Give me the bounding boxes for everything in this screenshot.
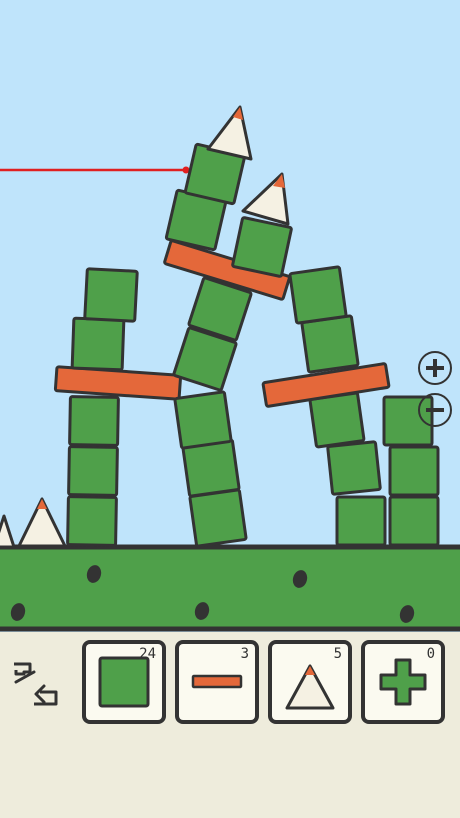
piece-toolbar: 24 3 5 0	[0, 632, 460, 818]
green-block[interactable]	[288, 265, 348, 325]
green-block[interactable]	[83, 267, 139, 323]
undo-arrow-icon	[14, 662, 58, 706]
green-block[interactable]	[70, 316, 126, 372]
green-block[interactable]	[231, 216, 293, 278]
square-block-count: 24	[139, 646, 156, 662]
green-block[interactable]	[67, 445, 119, 497]
green-block[interactable]	[388, 495, 440, 547]
play-area[interactable]	[0, 0, 460, 632]
undo-button[interactable]	[4, 652, 64, 712]
plank-icon	[191, 674, 243, 689]
tool-plank[interactable]: 3	[175, 640, 259, 724]
tool-square-block[interactable]: 24	[82, 640, 166, 724]
zoom-out-button[interactable]	[418, 393, 452, 427]
triangle-block[interactable]	[0, 514, 16, 549]
tower-b	[163, 105, 291, 548]
green-block[interactable]	[66, 495, 118, 547]
cross-count: 0	[426, 646, 435, 662]
triangle-block[interactable]	[206, 105, 253, 161]
cross-icon	[379, 658, 427, 706]
green-block[interactable]	[388, 445, 440, 497]
green-block[interactable]	[300, 314, 360, 374]
zoom-in-button[interactable]	[418, 351, 452, 385]
triangle-count: 5	[333, 646, 342, 662]
ground	[0, 544, 460, 632]
green-block[interactable]	[308, 391, 366, 449]
green-block[interactable]	[335, 495, 387, 547]
green-block[interactable]	[326, 440, 382, 496]
green-block[interactable]	[188, 488, 248, 548]
tower-c	[231, 172, 293, 278]
plank[interactable]	[53, 365, 183, 401]
plank-count: 3	[240, 646, 249, 662]
green-block[interactable]	[68, 395, 120, 447]
tower-a	[53, 267, 183, 547]
game-screen: 24 3 5 0	[0, 0, 460, 818]
tower-d	[261, 265, 391, 547]
green-block[interactable]	[173, 390, 233, 450]
tool-cross[interactable]: 0	[361, 640, 445, 724]
square-block-icon	[98, 656, 150, 708]
tool-triangle[interactable]: 5	[268, 640, 352, 724]
